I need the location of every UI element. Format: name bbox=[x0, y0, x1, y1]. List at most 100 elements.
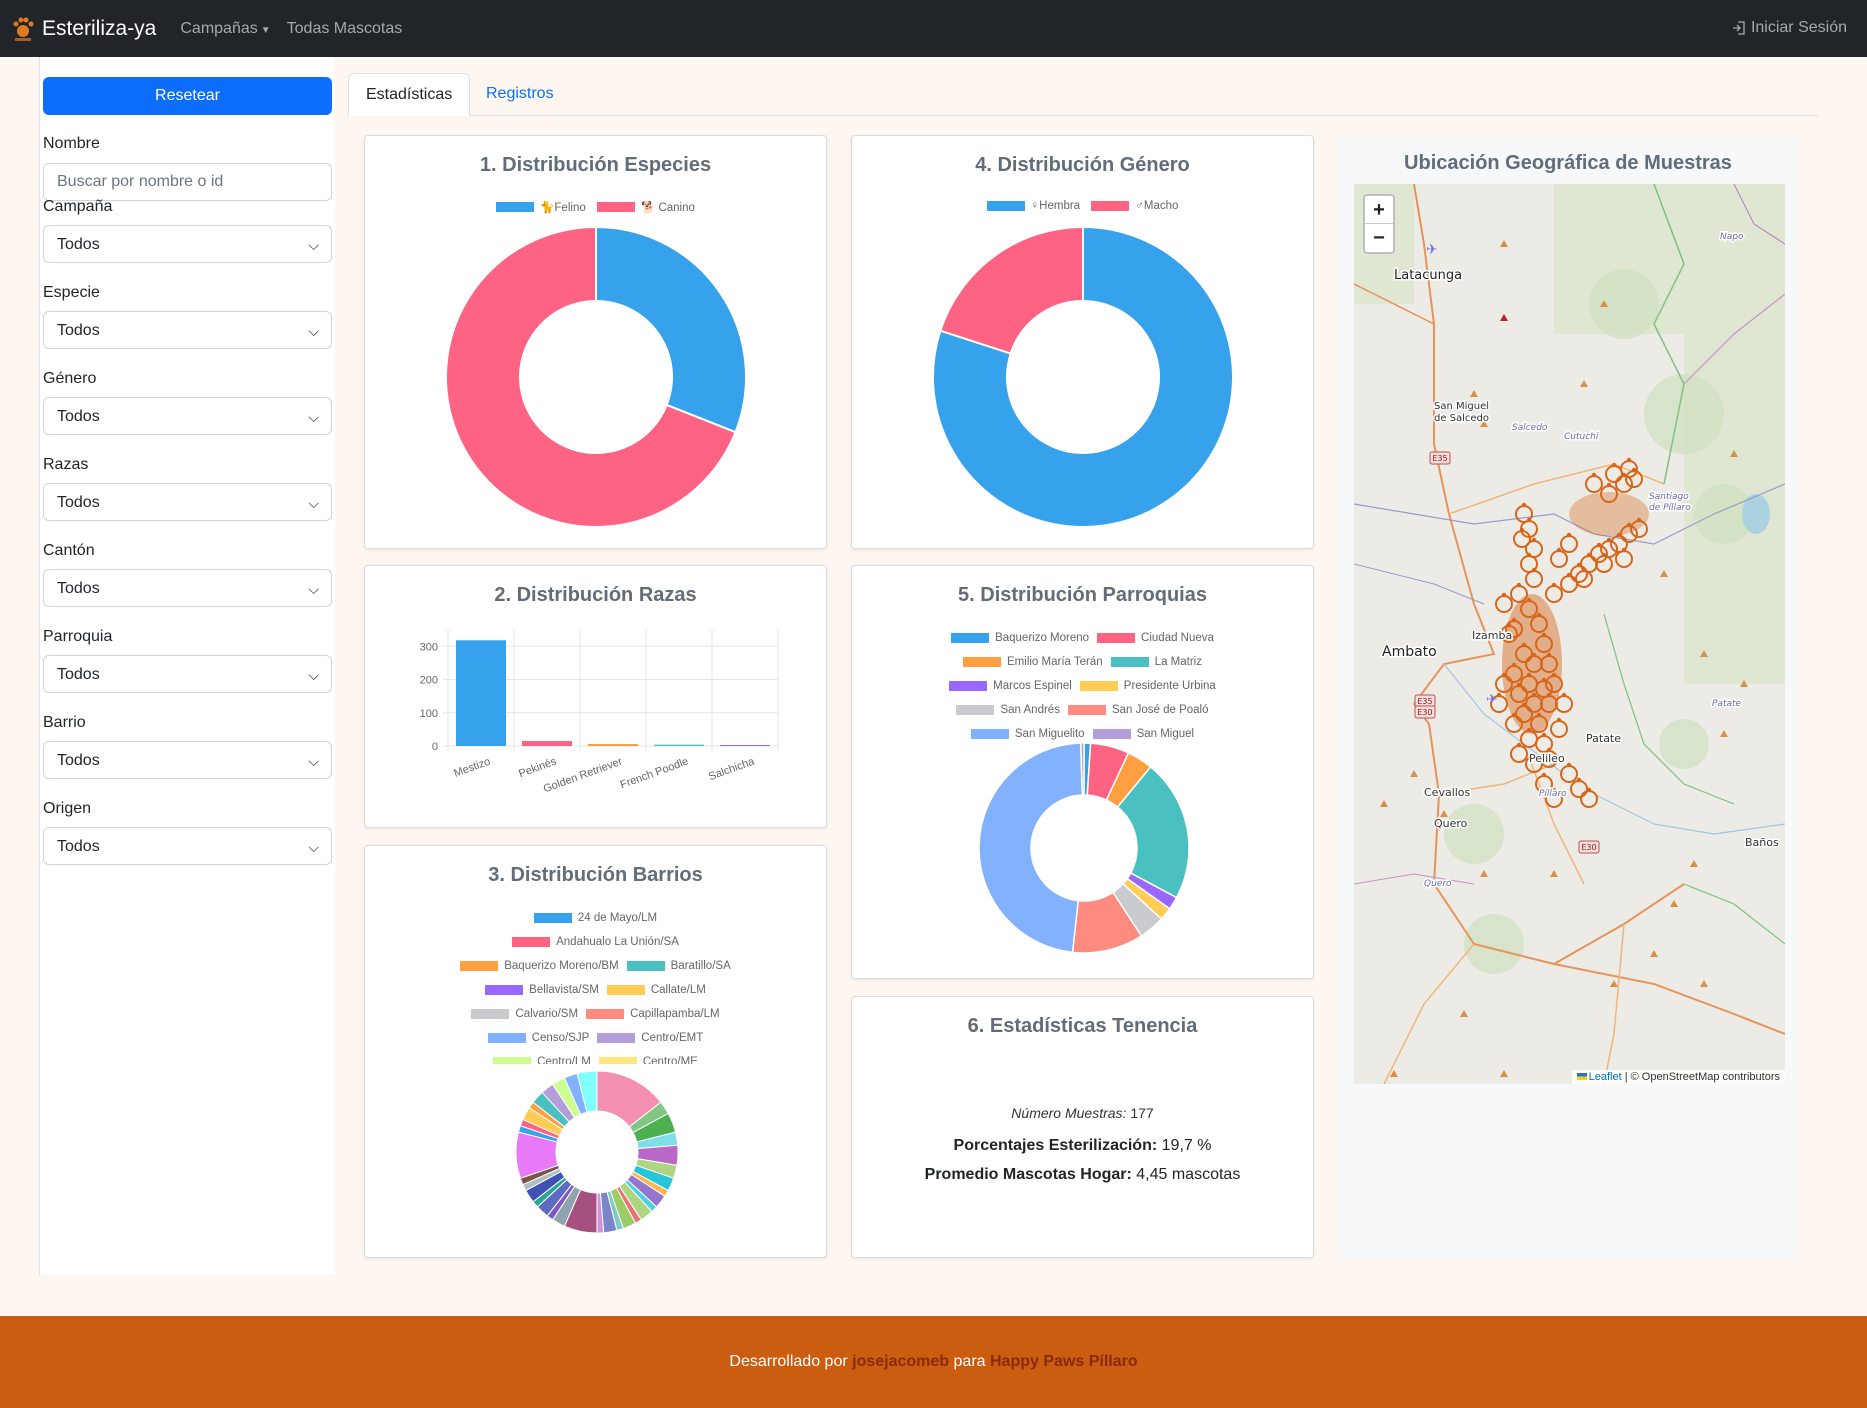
legend-hembra[interactable]: ♀Hembra bbox=[986, 200, 1080, 212]
avg-pets-value: 4,45 mascotas bbox=[1136, 1166, 1241, 1183]
filter-select[interactable]: Todos ⌵ bbox=[43, 483, 332, 521]
login-icon bbox=[1732, 21, 1745, 35]
barrios-donut-chart bbox=[515, 1070, 679, 1234]
legend-label: ♂Macho bbox=[1135, 200, 1179, 212]
breeds-bar-chart: 0100200300Mestizo PekinésGolden Retriever… bbox=[420, 629, 779, 795]
paw-marker-dot bbox=[1541, 732, 1547, 738]
legend-item[interactable]: San José de Poaló bbox=[1067, 699, 1209, 721]
zoom-in-button[interactable]: + bbox=[1365, 196, 1393, 224]
legend-swatch bbox=[471, 1009, 510, 1019]
name-search-input[interactable] bbox=[43, 163, 332, 201]
paw-marker-dot bbox=[1526, 517, 1532, 523]
author-link[interactable]: josejacomeb bbox=[852, 1353, 949, 1370]
legend-item[interactable]: Bellavista/SM bbox=[485, 979, 599, 1001]
legend-swatch bbox=[963, 657, 1002, 667]
legend-item[interactable]: Centro/LM bbox=[493, 1051, 591, 1064]
legend-item[interactable]: Ciudad Nueva bbox=[1097, 627, 1214, 649]
map-tiles[interactable]: ✈ ✈ Latacunga San Miguelde Salcedo Salcedo Cu… bbox=[1354, 184, 1785, 1084]
filter-select[interactable]: Todos ⌵ bbox=[43, 827, 332, 865]
tab-records[interactable]: Registros bbox=[469, 73, 571, 116]
bar bbox=[654, 744, 704, 746]
y-tick-label: 100 bbox=[420, 708, 438, 720]
legend-label: La Matriz bbox=[1154, 656, 1202, 668]
legend-item[interactable]: Capillapamba/LM bbox=[586, 1003, 720, 1025]
org-link[interactable]: Happy Paws Píllaro bbox=[990, 1353, 1138, 1370]
paw-marker-dot bbox=[1556, 717, 1562, 723]
x-tick-label: French Poodle bbox=[619, 756, 690, 792]
filter-select[interactable]: Todos ⌵ bbox=[43, 225, 332, 263]
nav-campaigns-dropdown[interactable]: Campañas ▼ bbox=[180, 20, 270, 38]
legend-felino[interactable]: 🐈Felino bbox=[496, 200, 586, 214]
filter-select[interactable]: Todos ⌵ bbox=[43, 569, 332, 607]
gender-card: 4. Distribución Género ♀Hembra ♂Macho bbox=[851, 135, 1314, 549]
footer-prefix: Desarrollado por bbox=[729, 1353, 848, 1370]
bar bbox=[720, 745, 770, 746]
paw-marker-dot bbox=[1516, 742, 1522, 748]
paw-marker-dot bbox=[1566, 762, 1572, 768]
legend-macho[interactable]: ♂Macho bbox=[1091, 200, 1178, 212]
nav-all-pets[interactable]: Todas Mascotas bbox=[287, 20, 403, 38]
legend-item[interactable]: Censo/SJP bbox=[487, 1027, 590, 1049]
avg-pets-label: Promedio Mascotas Hogar: bbox=[924, 1166, 1132, 1183]
parishes-legend: Baquerizo Moreno Ciudad Nueva Emilio María… bbox=[852, 627, 1313, 747]
legend-item[interactable]: Presidente Urbina bbox=[1079, 675, 1216, 697]
species-card: 1. Distribución Especies 🐈Felino 🐕 Canin… bbox=[364, 135, 827, 549]
chevron-down-icon: ⌵ bbox=[308, 323, 319, 339]
legend-item[interactable]: Baquerizo Moreno/BM bbox=[460, 955, 619, 977]
legend-item[interactable]: Andahualo La Unión/SA bbox=[512, 931, 679, 953]
login-link[interactable]: Iniciar Sesión bbox=[1732, 19, 1847, 37]
paw-marker-dot bbox=[1541, 772, 1547, 778]
legend-row: Andahualo La Unión/SA bbox=[365, 931, 826, 955]
paw-logo-icon[interactable] bbox=[12, 16, 34, 42]
legend-item[interactable]: Marcos Espinel bbox=[949, 675, 1072, 697]
legend-item[interactable]: San Andrés bbox=[956, 699, 1060, 721]
legend-swatch bbox=[512, 937, 551, 947]
legend-item[interactable]: Baquerizo Moreno bbox=[951, 627, 1089, 649]
legend-swatch bbox=[951, 633, 990, 643]
map-place-label: Ambato bbox=[1382, 644, 1437, 660]
legend-item[interactable]: Centro/ME bbox=[598, 1051, 698, 1064]
legend-item[interactable]: 24 de Mayo/LM bbox=[533, 907, 657, 929]
legend-label: Censo/SJP bbox=[531, 1032, 590, 1044]
legend-item[interactable]: Emilio María Terán bbox=[963, 651, 1103, 673]
filter-label: Especie bbox=[43, 284, 100, 301]
map-view[interactable]: ✈ ✈ Latacunga San Miguel de Salcedo Salcedo Cu… bbox=[1354, 184, 1785, 1084]
legend-swatch bbox=[1097, 633, 1136, 643]
filter-select-value: Todos bbox=[57, 666, 100, 683]
paw-marker-dot bbox=[1521, 502, 1527, 508]
zoom-out-button[interactable]: − bbox=[1365, 224, 1393, 252]
filter-select[interactable]: Todos ⌵ bbox=[43, 311, 332, 349]
legend-swatch bbox=[970, 729, 1009, 739]
filter-select-value: Todos bbox=[57, 236, 100, 253]
map-attribution: Leaflet | © OpenStreetMap contributors bbox=[1571, 1070, 1785, 1084]
paw-marker-dot bbox=[1501, 592, 1507, 598]
legend-swatch bbox=[493, 1057, 532, 1064]
legend-label: Ciudad Nueva bbox=[1141, 632, 1214, 644]
brand-name[interactable]: Esteriliza-ya bbox=[42, 17, 156, 41]
legend-swatch bbox=[956, 705, 995, 715]
legend-item[interactable]: La Matriz bbox=[1110, 651, 1202, 673]
legend-item[interactable]: Callate/LM bbox=[606, 979, 706, 1001]
gender-legend: ♀Hembra ♂Macho bbox=[852, 200, 1313, 214]
map-place-label: Salcedo bbox=[1512, 423, 1548, 433]
filter-select[interactable]: Todos ⌵ bbox=[43, 741, 332, 779]
filter-select[interactable]: Todos ⌵ bbox=[43, 655, 332, 693]
tab-statistics[interactable]: Estadísticas bbox=[348, 73, 471, 116]
filter-select[interactable]: Todos ⌵ bbox=[43, 397, 332, 435]
footer-middle: para bbox=[953, 1353, 986, 1370]
map-place-label: Quero bbox=[1424, 879, 1452, 889]
legend-item[interactable]: Calvario/SM bbox=[471, 1003, 578, 1025]
map-place-label: Santiago bbox=[1649, 492, 1689, 502]
reset-button[interactable]: Resetear bbox=[43, 77, 332, 115]
map-place-label: Izamba bbox=[1472, 629, 1512, 642]
legend-item[interactable]: Baratillo/SA bbox=[626, 955, 731, 977]
parishes-title: 5. Distribución Parroquias bbox=[958, 584, 1207, 606]
legend-item[interactable]: Centro/EMT bbox=[597, 1027, 703, 1049]
map-place-label: Baños bbox=[1745, 836, 1779, 849]
legend-canino[interactable]: 🐕 Canino bbox=[596, 200, 695, 214]
marker-cluster-area bbox=[1569, 492, 1649, 536]
leaflet-link[interactable]: Leaflet bbox=[1589, 1071, 1622, 1083]
breeds-card: 2. Distribución Razas 0 100 200 300 Mestizo P… bbox=[364, 565, 827, 828]
legend-row: Centro/LM Centro/ME bbox=[365, 1051, 826, 1064]
filter-select-value: Todos bbox=[57, 494, 100, 511]
